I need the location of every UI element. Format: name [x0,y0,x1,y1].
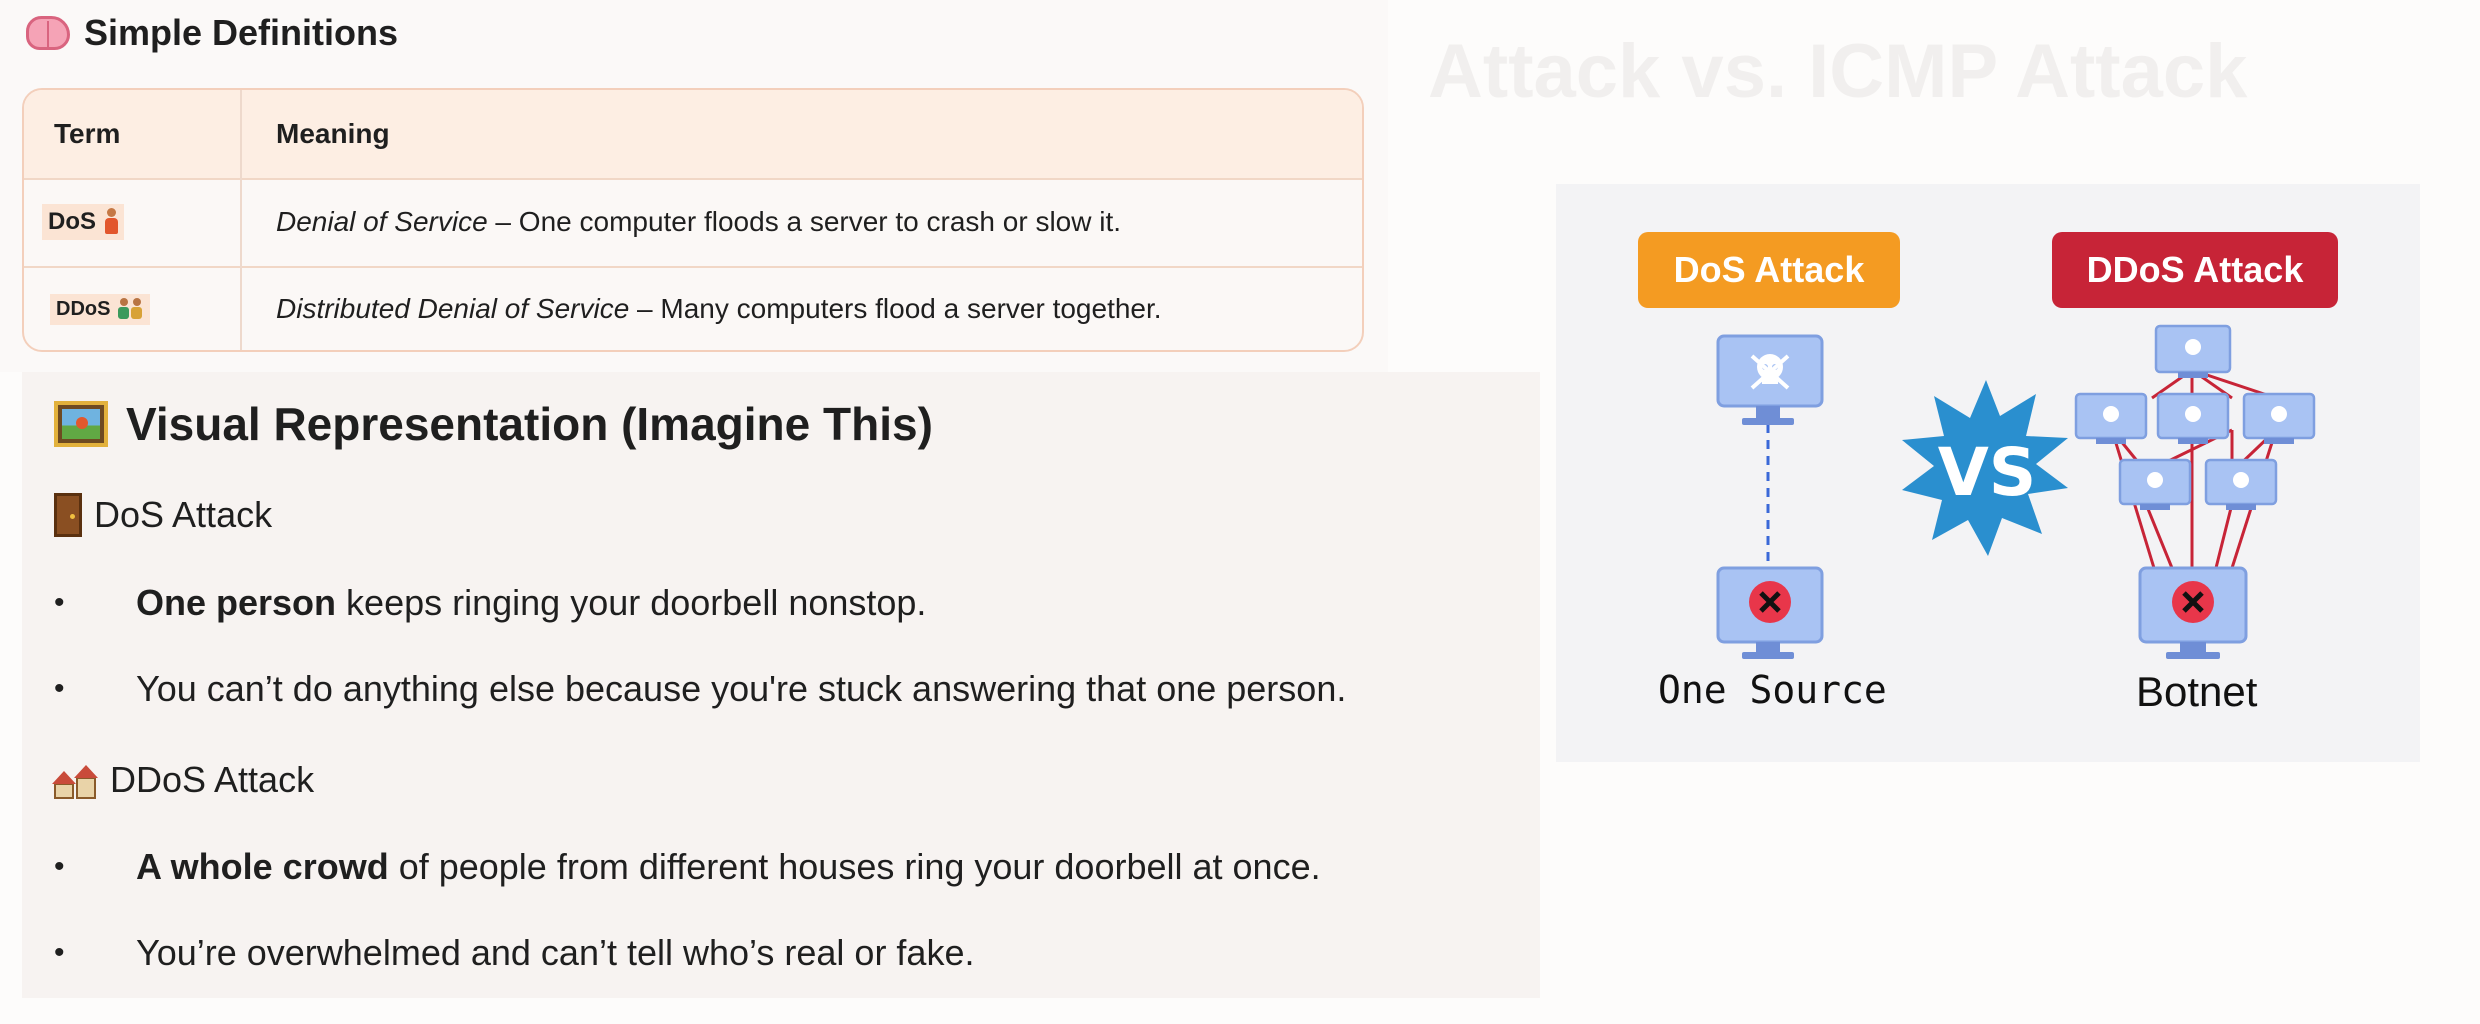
bullet-marker: • [54,936,65,969]
term-badge-ddos: DDoS [50,293,151,325]
bullet-marker: • [54,672,65,705]
botnet-caption: Botnet [2136,668,2258,715]
bullet-rest: of people from different houses ring you… [388,846,1321,887]
list-item: • You can’t do anything else because you… [54,664,1346,714]
definitions-heading-text: Simple Definitions [84,12,399,53]
meaning-column-header: Meaning [276,118,390,149]
brain-icon [26,16,70,50]
definitions-panel: Simple Definitions Term Meaning DoS Deni… [0,0,1388,372]
bullet-marker: • [54,586,65,619]
bot-monitor-icon [2204,458,2278,510]
meaning-cell: Distributed Denial of Service – Many com… [242,266,1362,350]
meaning-italic: Distributed Denial of Service [276,293,630,324]
framed-picture-icon [54,401,108,447]
botnet-target-server-icon [2138,566,2248,659]
meaning-header-cell: Meaning [242,90,1362,178]
ddos-attack-label: DDoS Attack [2052,232,2338,308]
bullet-text: A whole crowd of people from different h… [136,846,1321,888]
bullet-text: One person keeps ringing your doorbell n… [136,582,926,624]
term-text: DoS [48,208,96,235]
meaning-text: Distributed Denial of Service – Many com… [276,293,1162,325]
ddos-subheading: DDoS Attack [52,755,315,805]
bot-monitor-icon [2074,392,2148,444]
list-item: • A whole crowd of people from different… [54,842,1321,892]
person-icon [104,208,118,236]
bot-monitor-icon [2154,324,2232,378]
table-header-row: Term Meaning [24,90,1362,180]
term-text: DDoS [56,297,111,320]
vs-burst-icon: VS [1902,380,2068,556]
term-badge-dos: DoS [42,204,124,240]
visual-heading-text: Visual Representation (Imagine This) [126,398,933,450]
bot-monitor-icon [2242,392,2316,444]
attacker-monitor-icon [1716,334,1824,425]
dos-subheading-text: DoS Attack [94,494,273,535]
meaning-text: Denial of Service – One computer floods … [276,206,1121,238]
dos-subheading: DoS Attack [54,490,272,540]
bullet-text: You’re overwhelmed and can’t tell who’s … [136,932,975,973]
bullet-rest: keeps ringing your doorbell nonstop. [336,582,927,623]
botnet-monitors [2074,324,2316,510]
bot-monitor-icon [2118,458,2192,510]
meaning-italic: Denial of Service [276,206,488,237]
people-icon [118,298,144,320]
dos-attack-label: DoS Attack [1638,232,1900,308]
houses-icon [52,761,98,799]
bot-monitor-icon [2156,392,2230,444]
visual-heading: Visual Representation (Imagine This) [54,394,933,454]
vs-label: VS [1938,434,2037,511]
term-cell: DoS [24,178,242,266]
table-row: DoS Denial of Service – One computer flo… [24,178,1362,268]
table-row: DDoS Distributed Denial of Service – Man… [24,266,1362,350]
list-item: • One person keeps ringing your doorbell… [54,578,926,628]
term-cell: DDoS [24,266,242,350]
bullet-marker: • [54,850,65,883]
one-source-caption: One Source [1658,668,1887,712]
definitions-table: Term Meaning DoS Denial of Service – One… [22,88,1364,352]
door-icon [54,493,82,537]
meaning-cell: Denial of Service – One computer floods … [242,178,1362,266]
faded-title: Attack vs. ICMP Attack [1428,29,2248,114]
bullet-text: You can’t do anything else because you'r… [136,668,1347,709]
term-column-header: Term [54,118,121,149]
term-header-cell: Term [24,90,242,178]
meaning-rest: – Many computers flood a server together… [629,293,1162,324]
meaning-rest: – One computer floods a server to crash … [487,206,1122,237]
bullet-bold: A whole crowd [136,846,389,887]
visual-representation-panel: Visual Representation (Imagine This) DoS… [22,372,1540,998]
definitions-heading: Simple Definitions [26,8,398,58]
list-item: • You’re overwhelmed and can’t tell who’… [54,928,974,978]
bullet-bold: One person [136,582,337,623]
ddos-subheading-text: DDoS Attack [110,759,315,800]
dos-vs-ddos-diagram: VS DoS Attack DDoS Attack One Source Bot… [1556,184,2420,762]
target-server-icon [1716,566,1824,659]
